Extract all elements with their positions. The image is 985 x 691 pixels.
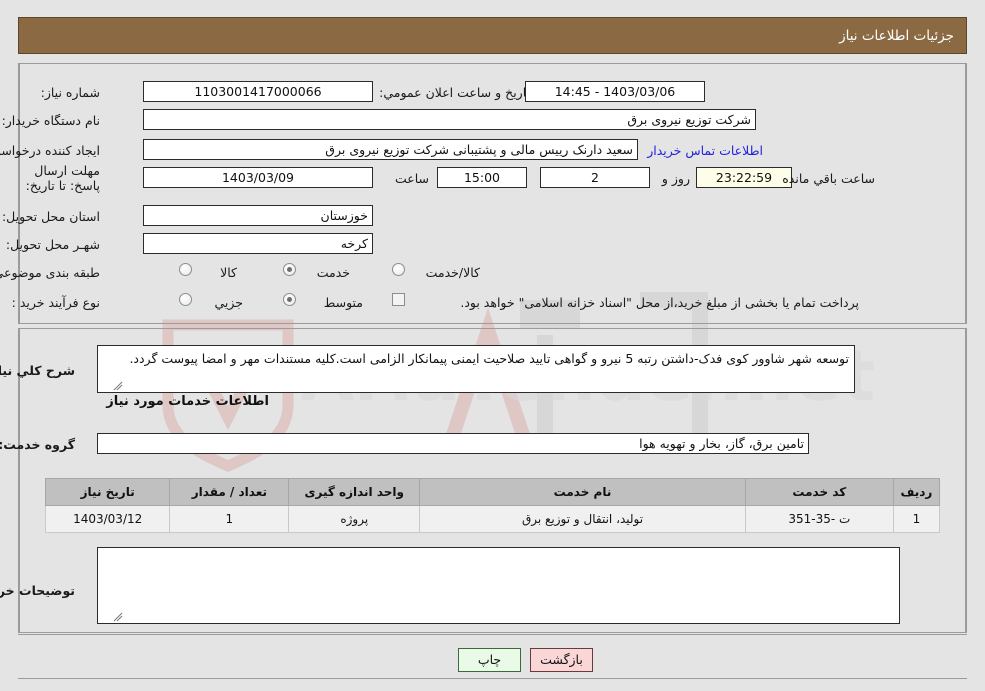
deadline-countdown-label: ساعت باقي مانده	[782, 171, 875, 186]
col-row-number: ردیف	[892, 478, 941, 506]
need-info-panel	[18, 63, 967, 324]
service-group-value: تامین برق، گاز، بخار و تهویه هوا	[97, 433, 809, 454]
radio-category-khedmat-label: خدمت	[316, 265, 350, 280]
radio-category-kala-khedmat[interactable]	[392, 263, 405, 276]
treasury-bonds-checkbox-label: پرداخت تمام یا بخشی از مبلغ خرید،از محل …	[460, 295, 859, 310]
deadline-time-value: 15:00	[437, 167, 527, 188]
need-number-label: شماره نیاز:	[40, 85, 100, 100]
col-quantity: تعداد / مقدار	[169, 478, 290, 506]
radio-category-kala-label: کالا	[220, 265, 237, 280]
request-creator-label: ایجاد کننده درخواست:	[0, 143, 100, 158]
services-table: ردیف کد خدمت نام خدمت واحد اندازه گیری ت…	[44, 478, 941, 533]
deadline-label: مهلت ارسال پاسخ: تا تاریخ:	[25, 163, 100, 193]
radio-category-khedmat[interactable]	[283, 263, 296, 276]
col-need-date: تاریخ نیاز	[44, 478, 171, 506]
cell-need-date: 1403/03/12	[44, 505, 171, 533]
deadline-date-value: 1403/03/09	[143, 167, 373, 188]
page-header: جزئیات اطلاعات نیاز	[18, 17, 967, 54]
col-service-name: نام خدمت	[419, 478, 746, 506]
buyer-notes-textarea[interactable]	[97, 547, 900, 624]
province-value: خوزستان	[143, 205, 373, 226]
radio-purchase-jozi[interactable]	[179, 293, 192, 306]
table-header-row: ردیف کد خدمت نام خدمت واحد اندازه گیری ت…	[44, 478, 941, 506]
table-row: 1 ت -35-351 تولید، انتقال و توزیع برق پر…	[44, 505, 941, 533]
need-number-value: 1103001417000066	[143, 81, 373, 102]
city-value: کرخه	[143, 233, 373, 254]
province-label: استان محل تحویل:	[1, 209, 100, 224]
cell-unit: پروژه	[288, 505, 421, 533]
deadline-time-label: ساعت	[394, 171, 429, 186]
purchase-type-label: نوع فرآیند خرید :	[11, 295, 100, 310]
deadline-days-value: 2	[540, 167, 650, 188]
category-label: طبقه بندی موضوعی:	[0, 265, 100, 280]
treasury-bonds-checkbox[interactable]	[392, 293, 405, 306]
city-label: شهـر محل تحویل:	[5, 237, 100, 252]
deadline-days-label: روز و	[661, 171, 690, 186]
footer-divider	[18, 634, 967, 635]
radio-purchase-motevaset[interactable]	[283, 293, 296, 306]
buyer-notes-label: توضیحات خریدار:	[0, 583, 75, 598]
request-creator-value: سعید دارنک رییس مالی و پشتیبانی شرکت توز…	[143, 139, 638, 160]
back-button[interactable]: بازگشت	[530, 648, 593, 672]
announce-datetime-label: تاریخ و ساعت اعلان عمومي:	[379, 85, 530, 100]
page-root: AriaTender.net جزئیات اطلاعات نیاز شماره…	[0, 0, 985, 691]
deadline-countdown-value: 23:22:59	[696, 167, 792, 188]
radio-category-kala-khedmat-label: کالا/خدمت	[425, 265, 480, 280]
cell-row-number: 1	[892, 505, 941, 533]
cell-service-name: تولید، انتقال و توزیع برق	[419, 505, 746, 533]
services-section-heading: اطلاعات خدمات مورد نیاز	[106, 394, 269, 409]
col-service-code: کد خدمت	[744, 478, 894, 506]
description-label: شرح كلي نیاز:	[0, 363, 75, 378]
radio-purchase-motevaset-label: متوسط	[323, 295, 363, 310]
buyer-org-value: شرکت توزیع نیروی برق	[143, 109, 756, 130]
col-unit: واحد اندازه گیری	[288, 478, 421, 506]
cell-quantity: 1	[169, 505, 290, 533]
buyer-org-label: نام دستگاه خریدار:	[1, 113, 100, 128]
print-button[interactable]: چاپ	[458, 648, 521, 672]
radio-category-kala[interactable]	[179, 263, 192, 276]
radio-purchase-jozi-label: جزیي	[214, 295, 243, 310]
announce-datetime-value: 1403/03/06 - 14:45	[525, 81, 705, 102]
footer-divider-bottom	[18, 678, 967, 679]
service-group-label: گروه خدمت:	[0, 437, 75, 452]
page-title: جزئیات اطلاعات نیاز	[839, 27, 954, 44]
buyer-contact-link[interactable]: اطلاعات تماس خریدار	[647, 143, 763, 158]
cell-service-code: ت -35-351	[744, 505, 894, 533]
description-textarea[interactable]: توسعه شهر شاوور کوی فدک-داشتن رتبه 5 نیر…	[97, 345, 855, 393]
